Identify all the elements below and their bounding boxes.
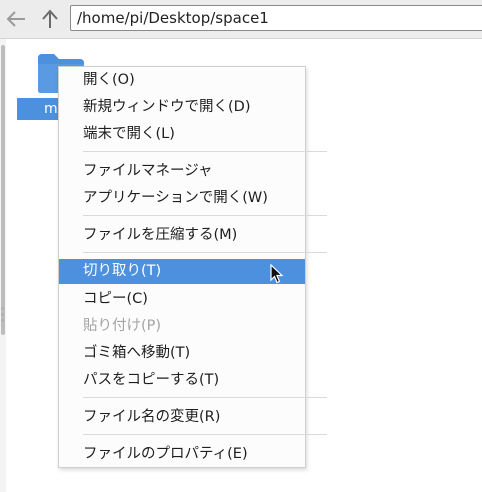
menu-item-copy-path[interactable]: パスをコピーする(T) xyxy=(59,368,305,393)
menu-item-rename[interactable]: ファイル名の変更(R) xyxy=(59,405,305,430)
menu-separator xyxy=(83,252,327,253)
back-button[interactable] xyxy=(4,7,28,31)
grip-dot xyxy=(1,307,4,310)
up-button[interactable] xyxy=(38,7,62,31)
menu-item-cut[interactable]: 切り取り(T) xyxy=(59,259,305,284)
grip-dot xyxy=(1,319,4,322)
menu-item-move-to-trash[interactable]: ゴミ箱へ移動(T) xyxy=(59,341,305,366)
menu-item-open-with-application[interactable]: アプリケーションで開く(W) xyxy=(59,186,305,211)
menu-item-properties[interactable]: ファイルのプロパティ(E) xyxy=(59,442,305,467)
up-arrow-icon xyxy=(42,9,58,28)
menu-item-open-new-window[interactable]: 新規ウィンドウで開く(D) xyxy=(59,95,305,120)
scrollbar[interactable] xyxy=(0,39,6,492)
address-bar[interactable]: /home/pi/Desktop/space1 xyxy=(70,5,482,31)
menu-item-file-manager[interactable]: ファイルマネージャ xyxy=(59,159,305,184)
back-arrow-icon xyxy=(6,11,25,27)
toolbar: /home/pi/Desktop/space1 xyxy=(0,0,482,39)
menu-separator xyxy=(83,397,327,398)
menu-separator xyxy=(83,151,327,152)
menu-item-copy[interactable]: コピー(C) xyxy=(59,287,305,312)
scrollbar-thumb[interactable] xyxy=(1,45,5,335)
menu-item-paste[interactable]: 貼り付け(P) xyxy=(59,314,305,339)
address-text: /home/pi/Desktop/space1 xyxy=(77,9,269,27)
menu-item-open[interactable]: 開く(O) xyxy=(59,68,305,93)
menu-separator xyxy=(83,215,327,216)
menu-separator xyxy=(83,434,327,435)
context-menu: 開く(O) 新規ウィンドウで開く(D) 端末で開く(L) ファイルマネージャ ア… xyxy=(58,66,327,468)
menu-item-open-in-terminal[interactable]: 端末で開く(L) xyxy=(59,122,305,147)
menu-item-compress[interactable]: ファイルを圧縮する(M) xyxy=(59,223,305,248)
mouse-pointer-icon xyxy=(270,264,284,284)
grip-dot xyxy=(1,313,4,316)
